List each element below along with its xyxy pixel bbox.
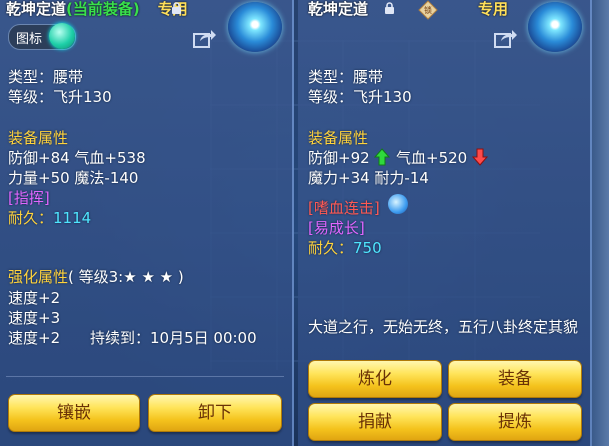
enhance-stat-2: 速度+3 [8, 309, 61, 327]
type-line: 类型：腰带 [8, 68, 84, 86]
attr-line-2: 魔力+34 耐力-14 [308, 169, 429, 187]
side-strip [592, 0, 609, 446]
bind-diamond-icon: 锁 [418, 0, 438, 20]
item-name: 乾坤定道 [308, 0, 369, 18]
lock-icon [385, 2, 394, 14]
toggle-label: 图标 [16, 32, 43, 47]
emblem-icon[interactable] [228, 2, 282, 52]
swirl-icon[interactable] [388, 194, 408, 214]
growth-tag: [易成长] [308, 219, 365, 237]
down-arrow-icon [472, 148, 488, 166]
durability-value: 1114 [53, 209, 92, 227]
section-attrs: 装备属性 [8, 129, 69, 147]
level-line: 等级：飞升130 [8, 88, 112, 106]
up-arrow-icon [374, 148, 390, 166]
attr-hp: 气血+520 [396, 149, 468, 167]
enhance-line: 强化属性( 等级3:★ ★ ★ ) [8, 266, 184, 287]
durability-label: 耐久： [308, 239, 354, 257]
item-title: 乾坤定道 专用 [308, 0, 508, 19]
bag-item-tooltip: 乾坤定道 专用 锁 类型：腰带 等级：飞升130 装备属性 防御+92 气血+52… [298, 0, 592, 446]
enhance-level: ( 等级3:★ ★ ★ ) [68, 268, 184, 286]
item-name: 乾坤定道 [6, 0, 67, 18]
durability-line: 耐久：750 [308, 237, 382, 258]
enhance-title: 强化属性 [8, 268, 69, 286]
section-attrs: 装备属性 [308, 129, 369, 147]
durability-line: 耐久：1114 [8, 207, 91, 228]
attr-line-1: 防御+84 气血+538 [8, 149, 146, 167]
toggle-knob [49, 23, 75, 49]
equipped-tag: (当前装备) [66, 0, 140, 18]
durability-value: 750 [353, 239, 382, 257]
lock-icon [172, 2, 181, 14]
duration-line: 持续到：10月5日 00:00 [90, 329, 257, 347]
enhance-stat-1: 速度+2 [8, 289, 61, 307]
divider [6, 376, 284, 377]
exclusive-tag: 专用 [478, 0, 509, 18]
refine-button[interactable]: 炼化 [308, 360, 442, 398]
share-icon[interactable] [494, 28, 518, 48]
tag-line: [指挥] [8, 189, 50, 207]
svg-text:锁: 锁 [424, 5, 432, 15]
emblem-icon[interactable] [528, 2, 582, 52]
skill-tag: [嗜血连击] [308, 199, 380, 217]
attr-def: 防御+92 [308, 149, 370, 167]
item-title: 乾坤定道(当前装备)专用 [6, 0, 188, 19]
equip-button[interactable]: 装备 [448, 360, 582, 398]
icon-toggle[interactable]: 图标 [8, 23, 76, 50]
donate-button[interactable]: 捐献 [308, 403, 442, 441]
item-description: 大道之行，无始无终，五行八卦终定其貌 [308, 318, 579, 336]
inlay-button[interactable]: 镶嵌 [8, 394, 140, 432]
enhance-stat-3: 速度+2 [8, 329, 61, 347]
attr-line-2: 力量+50 魔法-140 [8, 169, 139, 187]
level-line: 等级：飞升130 [308, 88, 412, 106]
equipped-item-tooltip: 乾坤定道(当前装备)专用 图标 类型：腰带 等级：飞升130 装备属性 防御+8… [0, 0, 294, 446]
extract-button[interactable]: 提炼 [448, 403, 582, 441]
unequip-button[interactable]: 卸下 [148, 394, 282, 432]
type-line: 类型：腰带 [308, 68, 384, 86]
share-icon[interactable] [193, 28, 217, 48]
durability-label: 耐久： [8, 209, 54, 227]
